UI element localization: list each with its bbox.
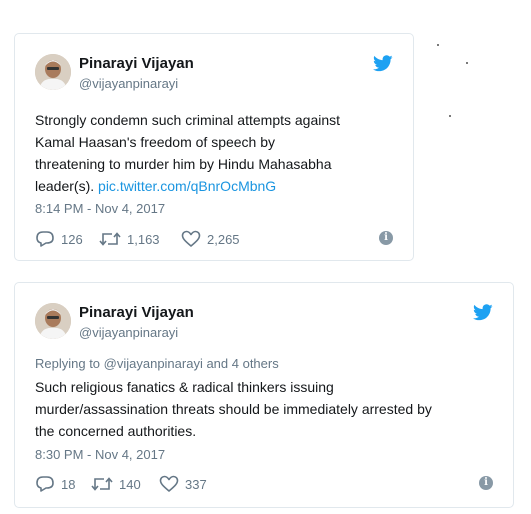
tweet-text-line: leader(s). pic.twitter.com/qBnrOcMbnG <box>35 175 340 197</box>
like-button[interactable]: 2,265 <box>181 229 240 249</box>
info-icon[interactable]: i <box>379 231 393 245</box>
reply-icon <box>36 231 54 247</box>
tweet-text-line: Kamal Haasan's freedom of speech by <box>35 134 276 150</box>
retweet-icon <box>91 477 113 491</box>
tweet-actions: 126 1,163 2,265 i <box>35 229 393 249</box>
retweet-icon <box>99 232 121 246</box>
retweet-count: 140 <box>119 476 141 492</box>
avatar[interactable] <box>35 303 71 339</box>
reply-count: 126 <box>61 231 83 247</box>
retweet-button[interactable]: 140 <box>91 474 141 494</box>
tweet-text-line: the concerned authorities. <box>35 423 197 439</box>
tweet-text-line: Such religious fanatics & radical thinke… <box>35 379 334 395</box>
reply-button[interactable]: 18 <box>35 474 75 494</box>
like-count: 337 <box>185 476 207 492</box>
tweet-actions: 18 140 337 i <box>35 474 493 494</box>
reply-count: 18 <box>61 476 76 492</box>
twitter-bird-icon[interactable] <box>373 55 393 72</box>
reply-button[interactable]: 126 <box>35 229 83 249</box>
like-button[interactable]: 337 <box>159 474 207 494</box>
avatar[interactable] <box>35 54 71 90</box>
tweet-text-line: threatening to murder him by Hindu Mahas… <box>35 156 332 172</box>
stray-dot <box>466 62 468 64</box>
tweet-text: Such religious fanatics & radical thinke… <box>35 376 432 442</box>
tweet-text-line: Strongly condemn such criminal attempts … <box>35 112 341 128</box>
tweet-text-fragment: leader(s). <box>35 178 99 194</box>
handle[interactable]: @vijayanpinarayi <box>79 76 178 91</box>
stray-dot <box>437 44 439 46</box>
tweet-text: Strongly condemn such criminal attempts … <box>35 109 340 197</box>
display-name[interactable]: Pinarayi Vijayan <box>79 304 194 321</box>
tweet-card[interactable]: Pinarayi Vijayan @vijayanpinarayi Replyi… <box>14 282 514 508</box>
handle[interactable]: @vijayanpinarayi <box>79 325 178 340</box>
info-icon[interactable]: i <box>479 476 493 490</box>
tweet-text-line: murder/assassination threats should be i… <box>35 401 432 417</box>
like-count: 2,265 <box>207 231 240 247</box>
timestamp[interactable]: 8:14 PM - Nov 4, 2017 <box>35 201 165 216</box>
replying-to[interactable]: Replying to @vijayanpinarayi and 4 other… <box>35 356 279 371</box>
heart-icon <box>181 230 201 247</box>
timestamp[interactable]: 8:30 PM - Nov 4, 2017 <box>35 447 165 462</box>
display-name[interactable]: Pinarayi Vijayan <box>79 55 194 72</box>
twitter-bird-icon[interactable] <box>473 304 493 321</box>
retweet-button[interactable]: 1,163 <box>99 229 160 249</box>
tweet-pic-link[interactable]: pic.twitter.com/qBnrOcMbnG <box>98 178 276 194</box>
tweet-card[interactable]: Pinarayi Vijayan @vijayanpinarayi Strong… <box>14 33 414 261</box>
reply-icon <box>36 476 54 492</box>
retweet-count: 1,163 <box>127 231 160 247</box>
stray-dot <box>449 115 451 117</box>
heart-icon <box>159 475 179 492</box>
